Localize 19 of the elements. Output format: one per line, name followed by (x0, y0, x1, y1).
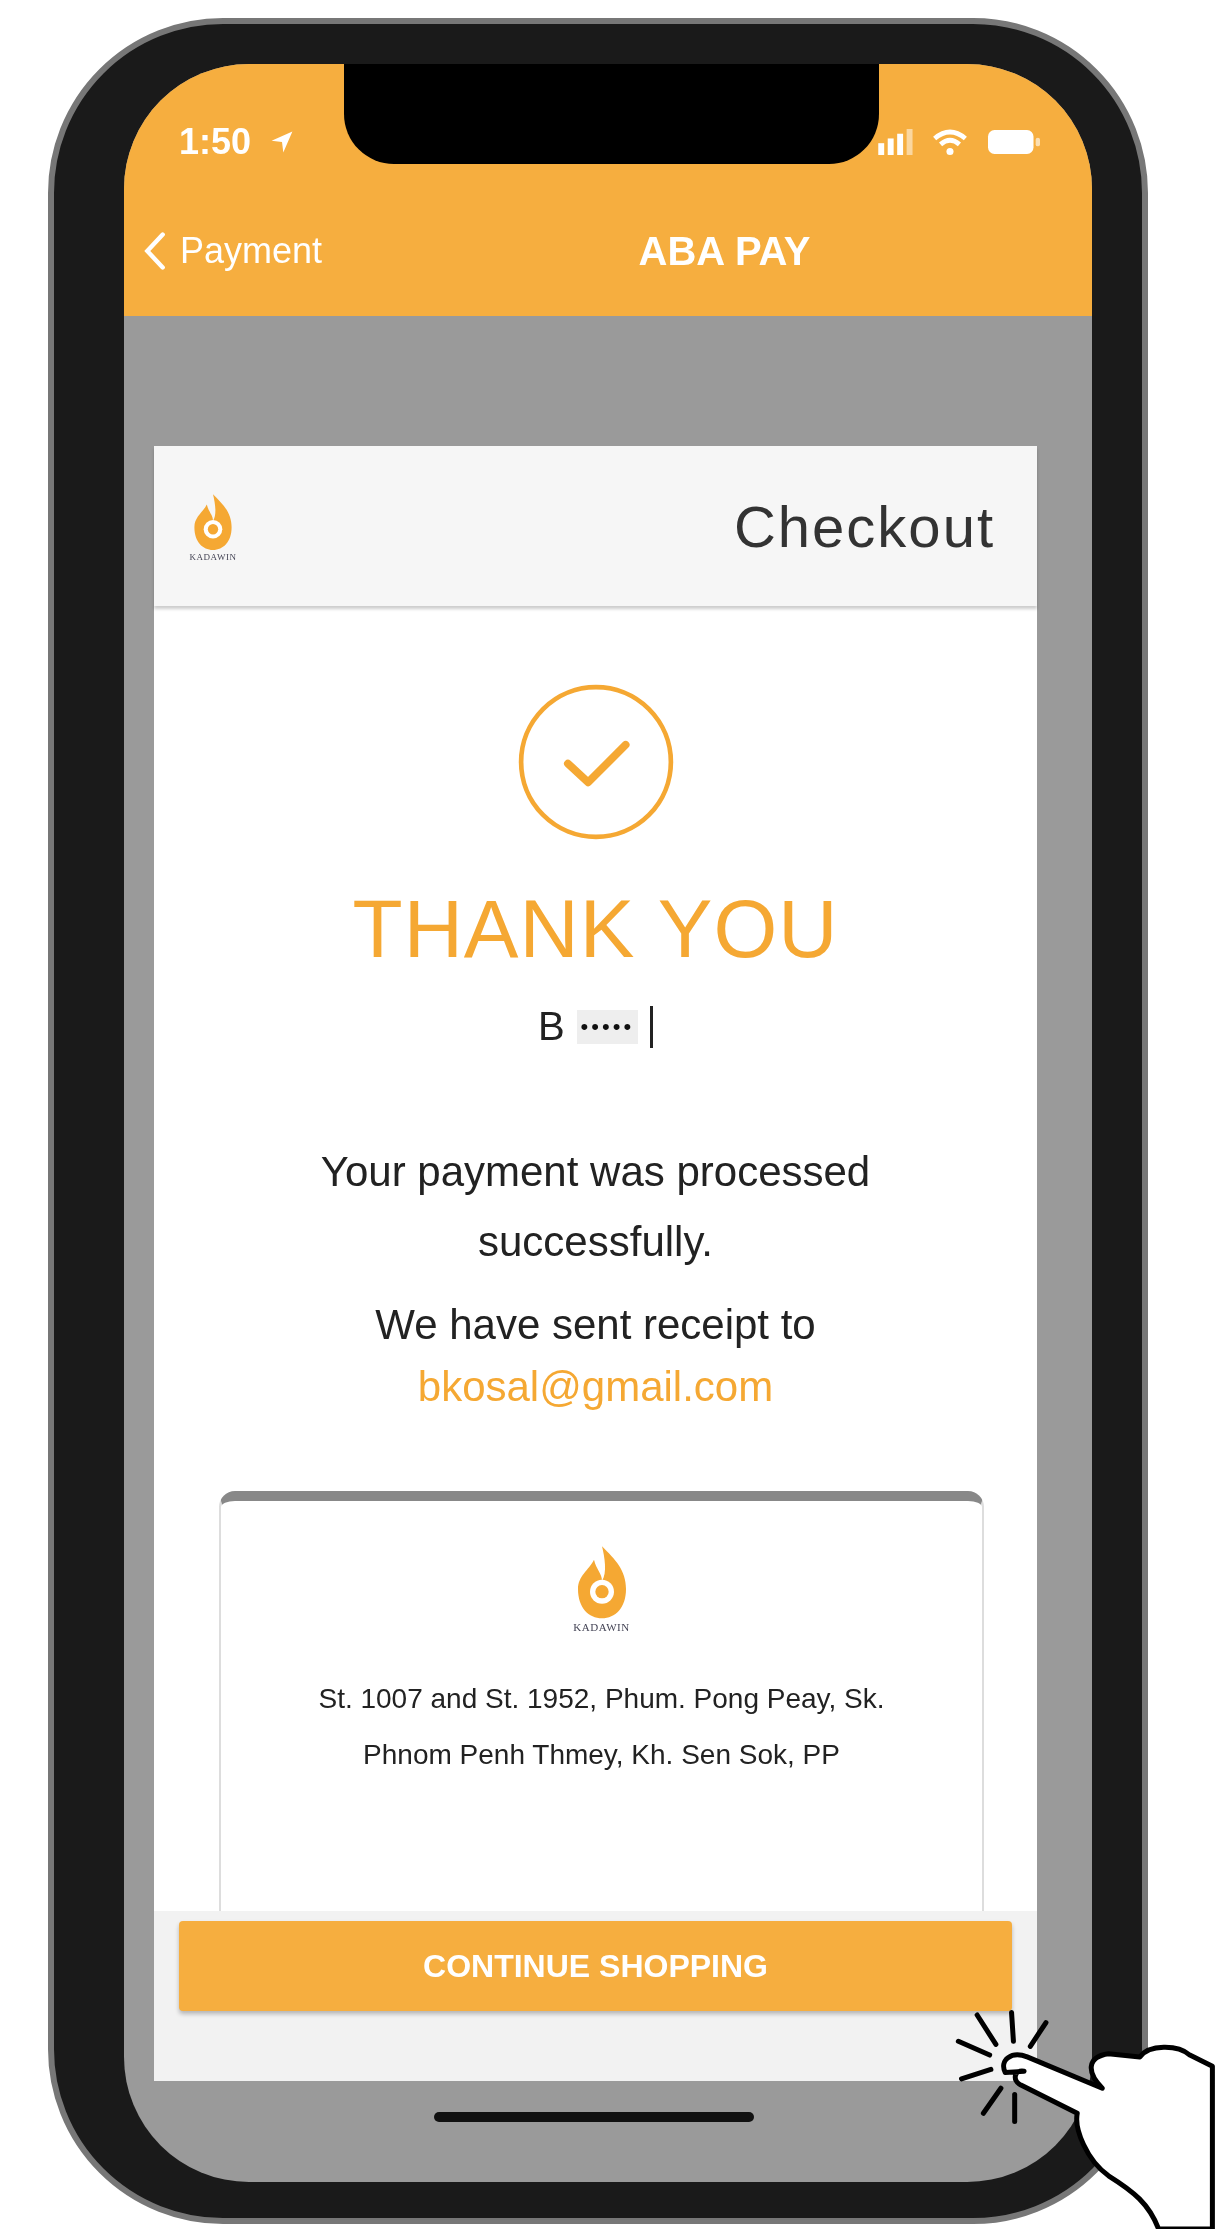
checkout-title: Checkout (733, 492, 995, 560)
email-link[interactable]: bkosal@gmail.com (417, 1355, 774, 1419)
battery-icon (986, 129, 1042, 155)
kadawin-logo: KADAWIN (561, 1541, 642, 1633)
thank-you-heading: THANK YOU (352, 882, 839, 976)
masked-name: ••••• (576, 1009, 639, 1044)
wifi-icon (932, 129, 968, 155)
status-time: 1:50 (179, 121, 252, 163)
back-chevron-icon (144, 232, 166, 270)
signal-icon (878, 129, 914, 155)
receipt-note: We have sent receipt to (375, 1300, 816, 1350)
store-address: St. 1007 and St. 1952, Phum. Pong Peay, Sk. Phnom Penh Thmey, Kh. Sen Sok, PP (317, 1682, 886, 1772)
customer-initial: B (537, 1004, 565, 1049)
text-cursor (650, 1005, 654, 1048)
kadawin-logo: KADAWIN (182, 490, 244, 562)
continue-shopping-button[interactable]: CONTINUE SHOPPING (179, 1921, 1012, 2011)
nav-title: ABA PAY (638, 228, 811, 274)
success-message: Your payment was processed successfully. (319, 1147, 872, 1267)
back-button[interactable]: Payment (144, 230, 323, 272)
